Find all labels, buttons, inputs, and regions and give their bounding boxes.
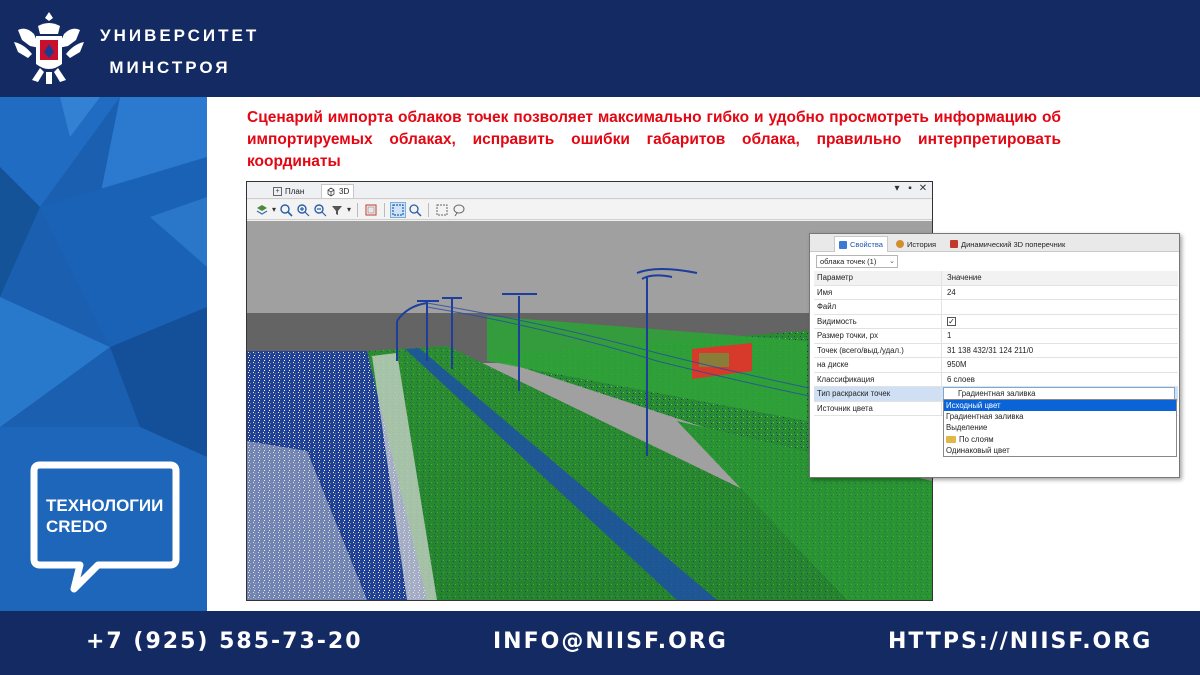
property-row-name[interactable]: Имя 24 bbox=[814, 285, 1178, 300]
filter-dropdown-icon[interactable]: ▾ bbox=[347, 205, 351, 214]
credo-line-1: ТЕХНОЛОГИИ bbox=[46, 496, 164, 515]
option-label: Градиентная заливка bbox=[946, 412, 1024, 422]
email-link[interactable]: INFO@NIISF.ORG bbox=[493, 629, 728, 654]
side-panel: ТЕХНОЛОГИИ CREDO bbox=[0, 97, 207, 611]
object-selector-value: облака точек (1) bbox=[820, 257, 877, 266]
property-label: Размер точки, px bbox=[814, 329, 942, 343]
property-value[interactable]: 6 слоев bbox=[942, 373, 1178, 387]
title-line-1: УНИВЕРСИТЕТ bbox=[100, 26, 260, 45]
zoom-extent-icon[interactable] bbox=[279, 203, 293, 217]
zoom-select-icon[interactable] bbox=[408, 203, 422, 217]
lasso-icon[interactable] bbox=[452, 203, 466, 217]
select-icon[interactable] bbox=[390, 201, 407, 218]
option-label: Одинаковый цвет bbox=[946, 445, 1010, 455]
tab-bar: + План 3D ▾ ▪ ✕ bbox=[247, 182, 932, 199]
website-link[interactable]: HTTPS://NIISF.ORG bbox=[888, 629, 1152, 654]
dropdown-option[interactable]: Градиентная заливка bbox=[944, 411, 1176, 422]
tab-cross-section[interactable]: Динамический 3D поперечник bbox=[946, 236, 1069, 252]
header-value: Значение bbox=[947, 273, 982, 282]
toolbar: ▾ ▾ bbox=[247, 200, 932, 220]
toolbar-divider bbox=[357, 202, 359, 217]
property-value-cell: ✓ bbox=[942, 315, 1178, 329]
properties-panel: Свойства История Динамический 3D попереч… bbox=[809, 233, 1180, 478]
frame-icon[interactable] bbox=[435, 203, 449, 217]
property-label: на диске bbox=[814, 358, 942, 372]
cube-icon bbox=[327, 187, 335, 196]
properties-tab-bar: Свойства История Динамический 3D попереч… bbox=[810, 234, 1179, 252]
minimize-icon[interactable]: ▪ bbox=[904, 183, 916, 194]
cross-section-icon bbox=[950, 240, 958, 248]
university-title: УНИВЕРСИТЕТ МИНСТРОЯ bbox=[100, 20, 260, 84]
dropdown-option[interactable]: Одинаковый цвет bbox=[944, 445, 1176, 456]
property-value[interactable]: 1 bbox=[942, 329, 1178, 343]
option-label: Выделение bbox=[946, 423, 988, 433]
close-icon[interactable]: ✕ bbox=[917, 183, 929, 194]
option-label: Исходный цвет bbox=[946, 401, 1001, 411]
tab-plan[interactable]: + План bbox=[269, 184, 308, 198]
dropdown-option[interactable]: Исходный цвет bbox=[944, 400, 1176, 412]
property-value: 31 138 432/31 124 211/0 bbox=[947, 345, 1034, 355]
view-box-icon[interactable] bbox=[364, 203, 378, 217]
tab-properties[interactable]: Свойства bbox=[834, 236, 888, 252]
emblem-icon bbox=[14, 12, 84, 84]
dropdown-option[interactable]: По слоям bbox=[944, 434, 1176, 445]
properties-grid: Параметр Значение Имя 24 Файл Видимость … bbox=[814, 271, 1178, 416]
coloring-dropdown-list: Исходный цвет Градиентная заливка Выделе… bbox=[943, 399, 1177, 457]
dropdown-option[interactable]: Выделение bbox=[944, 422, 1176, 433]
property-value[interactable] bbox=[942, 300, 1178, 314]
zoom-in-icon[interactable] bbox=[296, 203, 310, 217]
tab-history-label: История bbox=[907, 239, 937, 249]
toolbar-divider bbox=[384, 202, 386, 217]
property-row-points[interactable]: Точек (всего/выд./удал.) 31 138 432/31 1… bbox=[814, 343, 1178, 358]
tab-history[interactable]: История bbox=[892, 236, 940, 252]
tab-3d[interactable]: 3D bbox=[321, 184, 355, 198]
tab-3d-label: 3D bbox=[339, 187, 350, 196]
header-bar: УНИВЕРСИТЕТ МИНСТРОЯ bbox=[0, 0, 1200, 97]
property-row-point-size[interactable]: Размер точки, px 1 bbox=[814, 329, 1178, 344]
title-line-2: МИНСТРОЯ bbox=[109, 58, 231, 77]
footer-bar: +7 (925) 585-73-20 INFO@NIISF.ORG HTTPS:… bbox=[0, 611, 1200, 675]
credo-line-2: CREDO bbox=[46, 517, 108, 536]
property-label: Файл bbox=[814, 300, 942, 314]
property-row-disk[interactable]: на диске 950M bbox=[814, 358, 1178, 373]
property-value: 950M bbox=[947, 360, 967, 369]
tab-properties-label: Свойства bbox=[850, 240, 883, 249]
property-value[interactable]: 24 bbox=[942, 286, 1178, 300]
plan-icon: + bbox=[273, 186, 282, 196]
toolbar-divider bbox=[428, 202, 430, 217]
property-label: Классификация bbox=[814, 372, 942, 386]
layers-icon[interactable] bbox=[255, 203, 269, 217]
property-label: Точек (всего/выд./удал.) bbox=[814, 343, 942, 357]
tab-cross-section-label: Динамический 3D поперечник bbox=[961, 239, 1066, 249]
grid-header: Параметр Значение bbox=[814, 271, 1178, 286]
option-label: По слоям bbox=[959, 434, 994, 444]
history-icon bbox=[896, 240, 904, 248]
property-row-classification[interactable]: Классификация 6 слоев bbox=[814, 372, 1178, 387]
header-param: Параметр bbox=[814, 271, 942, 285]
property-label: Видимость bbox=[814, 314, 942, 328]
filter-icon[interactable] bbox=[330, 203, 344, 217]
property-row-file[interactable]: Файл bbox=[814, 300, 1178, 315]
object-selector[interactable]: облака точек (1) ⌄ bbox=[816, 255, 898, 268]
layers-dropdown-icon[interactable]: ▾ bbox=[272, 205, 276, 214]
phone-link[interactable]: +7 (925) 585-73-20 bbox=[86, 629, 363, 654]
property-row-visibility[interactable]: Видимость ✓ bbox=[814, 314, 1178, 329]
property-label: Имя bbox=[814, 285, 942, 299]
credo-logo-text: ТЕХНОЛОГИИ CREDO bbox=[46, 495, 163, 537]
properties-icon bbox=[839, 240, 847, 249]
zoom-out-icon[interactable] bbox=[313, 203, 327, 217]
property-label: Источник цвета bbox=[814, 401, 942, 415]
dropdown-arrow-icon[interactable]: ▾ bbox=[891, 183, 903, 194]
folder-icon bbox=[946, 435, 956, 443]
description-text: Сценарий импорта облаков точек позволяет… bbox=[247, 109, 1061, 170]
visibility-checkbox[interactable]: ✓ bbox=[947, 316, 956, 326]
tab-plan-label: План bbox=[285, 186, 305, 196]
chevron-down-icon: ⌄ bbox=[889, 258, 895, 265]
property-label: Тип раскраски точек bbox=[814, 387, 942, 401]
